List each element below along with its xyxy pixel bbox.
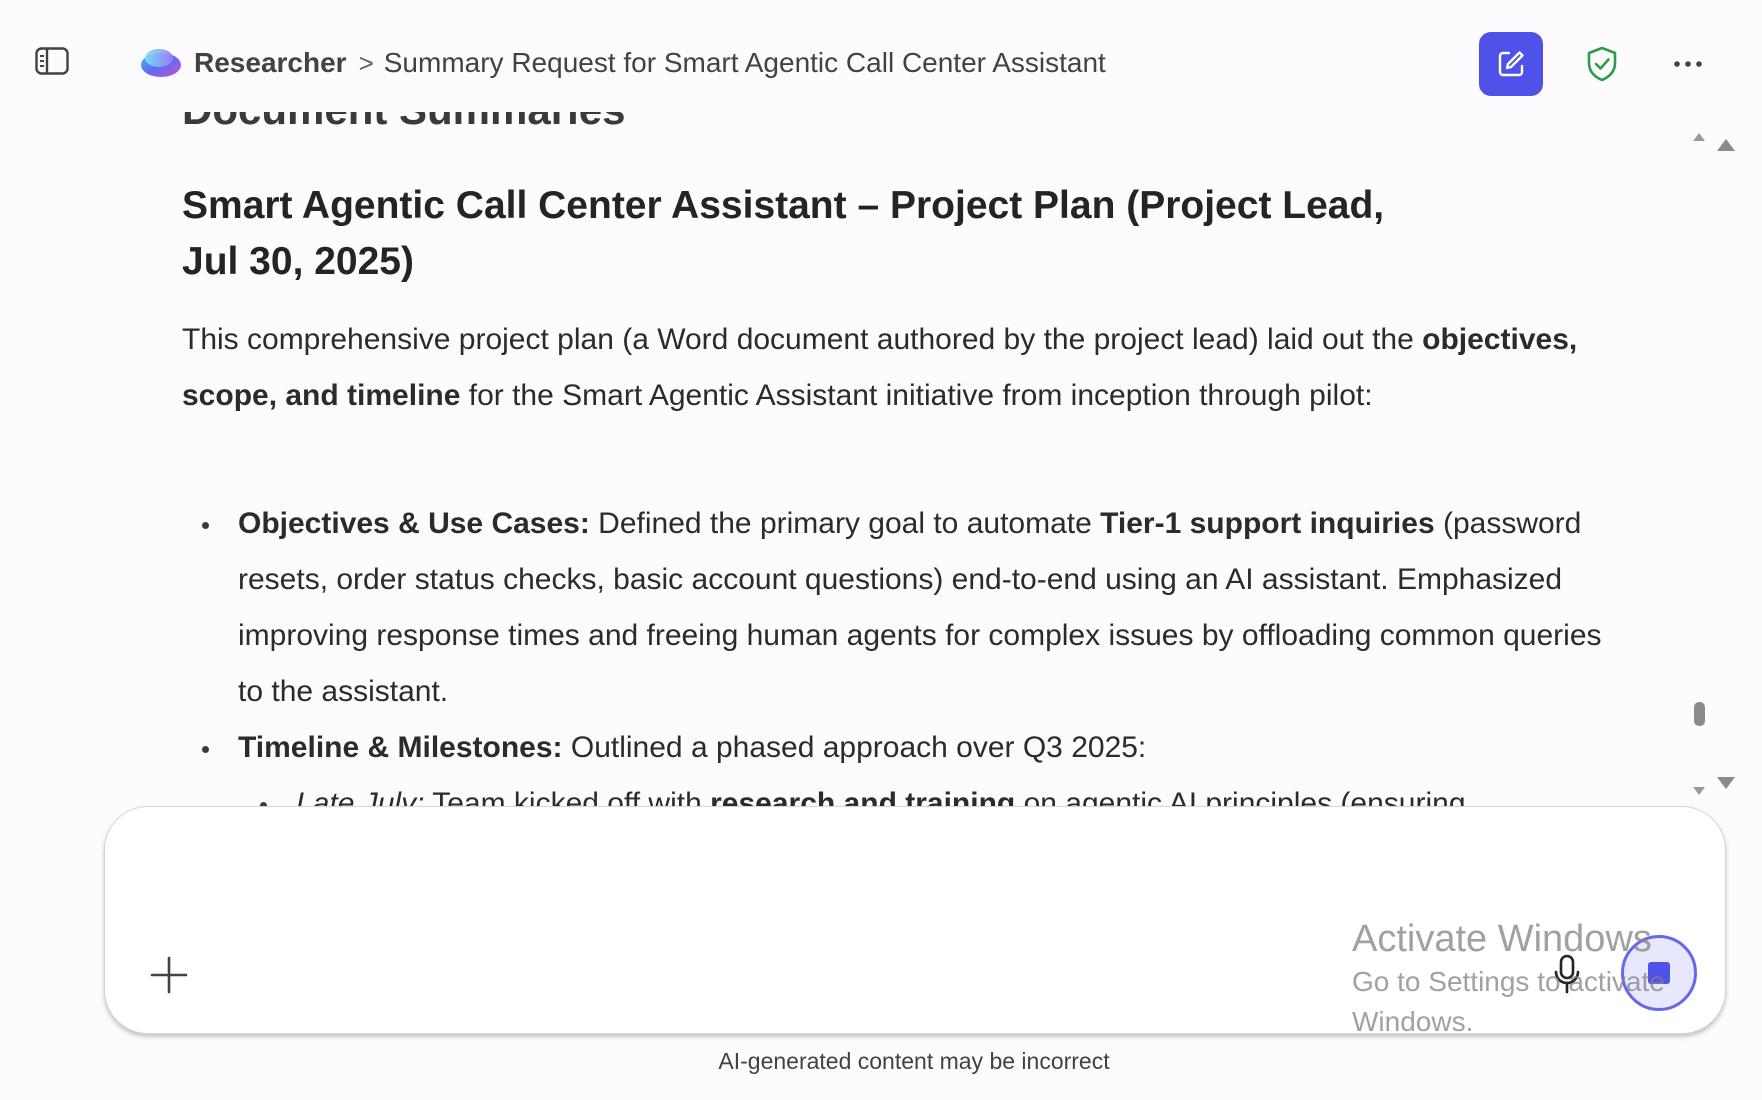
top-bar: Researcher > Summary Request for Smart A… xyxy=(0,0,1762,128)
scroll-down-arrow-icon[interactable] xyxy=(1692,786,1706,796)
microphone-icon xyxy=(1554,954,1580,994)
plus-icon xyxy=(150,956,188,994)
sub-bullet-italic: Late July: xyxy=(296,787,425,806)
sidebar-toggle-icon[interactable] xyxy=(34,46,70,76)
shield-check-icon[interactable] xyxy=(1580,42,1624,86)
add-attachment-button[interactable] xyxy=(147,953,191,997)
scrollbar-thumb[interactable] xyxy=(1694,702,1705,726)
new-chat-button[interactable] xyxy=(1479,32,1543,96)
intro-paragraph: This comprehensive project plan (a Word … xyxy=(182,312,1582,424)
compose-edit-icon xyxy=(1498,51,1524,77)
stop-icon xyxy=(1648,962,1670,984)
prompt-composer xyxy=(104,806,1726,1034)
sub-bullet-text: Team kicked off with xyxy=(424,787,711,806)
breadcrumb-separator: > xyxy=(358,47,374,78)
sub-bullet-bold: research and training xyxy=(710,787,1016,806)
sub-bullet-text: on agentic AI principles (ensuring xyxy=(1015,787,1466,806)
breadcrumb: Researcher > Summary Request for Smart A… xyxy=(194,44,1106,82)
list-item: Objectives & Use Cases: Defined the prim… xyxy=(182,496,1612,720)
summary-bullets: Objectives & Use Cases: Defined the prim… xyxy=(182,496,1612,806)
bullet-bold: Tier-1 support inquiries xyxy=(1100,507,1435,540)
microphone-button[interactable] xyxy=(1545,951,1589,999)
scroll-down-arrow-icon[interactable] xyxy=(1716,776,1736,790)
bullet-label: Timeline & Milestones: xyxy=(238,731,563,764)
more-horizontal-icon xyxy=(1674,61,1702,67)
scroll-up-arrow-icon[interactable] xyxy=(1692,132,1706,142)
stop-generating-button[interactable] xyxy=(1621,935,1697,1011)
more-options-button[interactable] xyxy=(1664,42,1712,86)
ai-disclaimer: AI-generated content may be incorrect xyxy=(718,1048,1110,1074)
list-item: Late July: Team kicked off with research… xyxy=(238,776,1612,806)
conversation-title: Summary Request for Smart Agentic Call C… xyxy=(383,47,1106,78)
bullet-text: Outlined a phased approach over Q3 2025: xyxy=(562,731,1147,764)
scroll-up-arrow-icon[interactable] xyxy=(1716,138,1736,152)
section-heading: Document Summaries xyxy=(182,112,625,134)
researcher-logo-icon xyxy=(140,45,182,79)
intro-text: for the Smart Agentic Assistant initiati… xyxy=(460,379,1373,412)
bullet-text: Defined the primary goal to automate xyxy=(589,507,1101,540)
intro-text: This comprehensive project plan (a Word … xyxy=(182,323,1423,356)
prompt-input[interactable] xyxy=(145,835,1449,939)
list-item: Timeline & Milestones: Outlined a phased… xyxy=(182,720,1612,806)
response-content: Document Summaries Smart Agentic Call Ce… xyxy=(0,112,1700,806)
sub-bullets: Late July: Team kicked off with research… xyxy=(238,776,1612,806)
document-title: Smart Agentic Call Center Assistant – Pr… xyxy=(182,184,1385,283)
breadcrumb-app-link[interactable]: Researcher xyxy=(194,47,347,79)
bullet-label: Objectives & Use Cases: xyxy=(238,507,590,540)
